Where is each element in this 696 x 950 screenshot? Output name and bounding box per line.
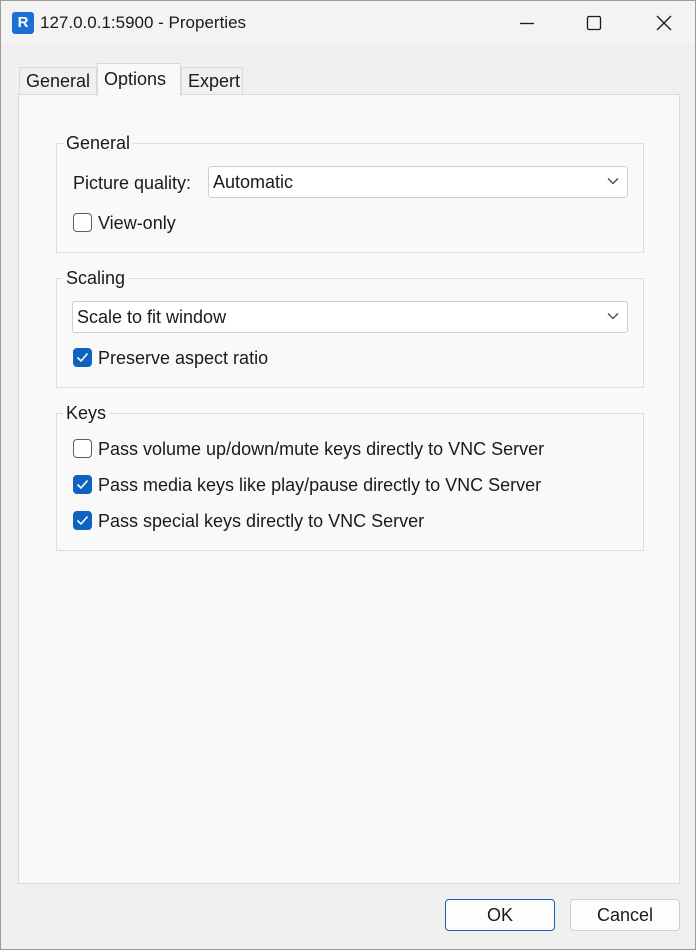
pass-special-keys-checkbox[interactable]: Pass special keys directly to VNC Server [73,510,613,532]
pass-media-keys-checkbox[interactable]: Pass media keys like play/pause directly… [73,474,613,496]
tab-expert[interactable]: Expert [181,67,243,95]
checkmark-icon [76,479,89,490]
chevron-down-icon [607,178,619,185]
minimize-icon [520,22,534,25]
options-panel: General Picture quality: Automatic View-… [18,94,680,884]
checkmark-icon [76,515,89,526]
tab-options[interactable]: Options [97,63,181,97]
pass-special-keys-label: Pass special keys directly to VNC Server [98,511,425,531]
view-only-label: View-only [98,213,176,233]
close-icon [656,15,672,31]
checkbox-box [73,439,92,458]
checkbox-box-checked [73,511,92,530]
checkbox-box-checked [73,348,92,367]
keys-group: Keys Pass volume up/down/mute keys direc… [56,402,644,551]
pass-volume-keys-label: Pass volume up/down/mute keys directly t… [98,439,545,459]
keys-group-title: Keys [63,402,110,424]
maximize-button[interactable] [571,1,617,45]
maximize-icon [586,15,602,31]
ok-button[interactable]: OK [445,899,555,931]
window-title: 127.0.0.1:5900 - Properties [40,13,247,32]
general-group-title: General [63,132,134,154]
checkbox-box-checked [73,475,92,494]
scaling-group-title: Scaling [63,267,129,289]
cancel-button[interactable]: Cancel [570,899,680,931]
close-button[interactable] [641,1,687,45]
minimize-button[interactable] [503,1,549,45]
chevron-down-icon [607,313,619,320]
general-group: General Picture quality: Automatic View-… [56,132,644,253]
view-only-checkbox[interactable]: View-only [73,212,273,234]
picture-quality-select[interactable]: Automatic [208,166,628,198]
vnc-viewer-icon: R [12,12,34,34]
pass-media-keys-label: Pass media keys like play/pause directly… [98,475,542,495]
preserve-aspect-checkbox[interactable]: Preserve aspect ratio [73,347,373,369]
scaling-select[interactable]: Scale to fit window [72,301,628,333]
preserve-aspect-label: Preserve aspect ratio [98,348,269,368]
tab-general[interactable]: General [19,67,97,95]
title-bar[interactable]: R 127.0.0.1:5900 - Properties [1,1,695,45]
pass-volume-keys-checkbox[interactable]: Pass volume up/down/mute keys directly t… [73,438,613,460]
properties-window: R 127.0.0.1:5900 - Properties General Op… [0,0,696,950]
picture-quality-label: Picture quality: [73,173,192,193]
scaling-group: Scaling Scale to fit window Preserve asp… [56,267,644,388]
picture-quality-value: Automatic [213,172,294,192]
scaling-value: Scale to fit window [77,307,227,327]
checkmark-icon [76,352,89,363]
checkbox-box [73,213,92,232]
